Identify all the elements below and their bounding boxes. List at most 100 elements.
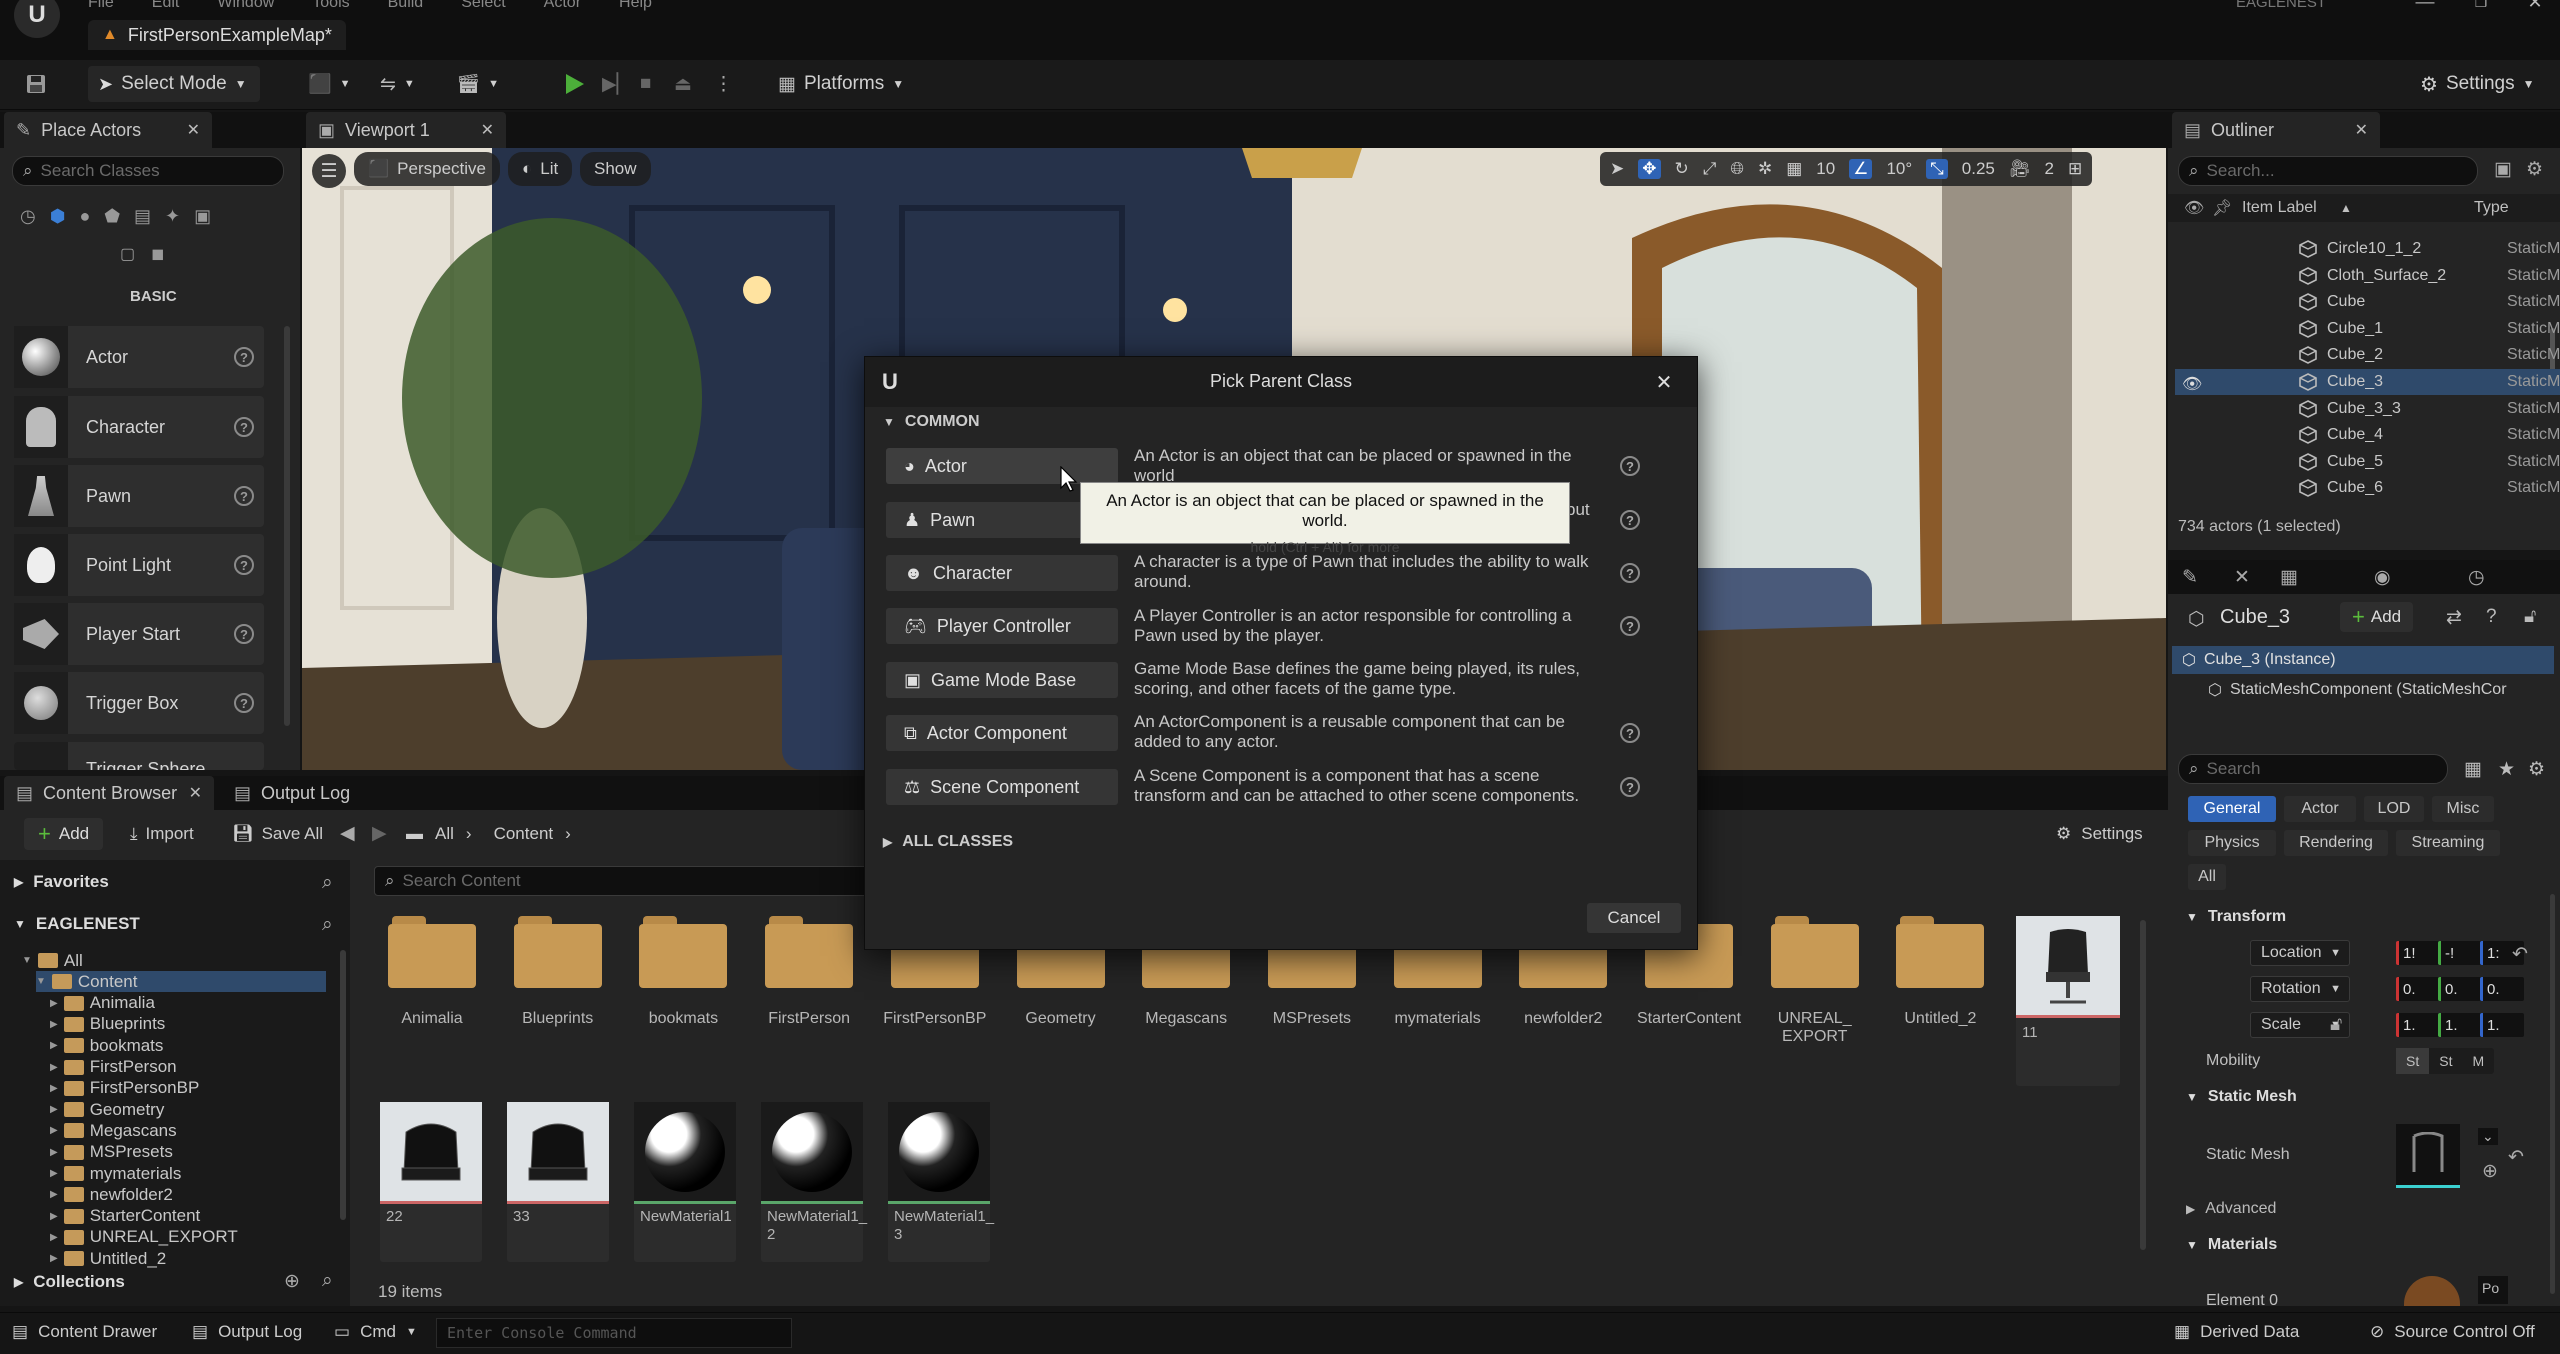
details-scrollbar[interactable] xyxy=(2550,894,2555,1294)
outliner-row[interactable]: Cube_2 StaticMes xyxy=(2175,342,2560,368)
mobility-static[interactable]: St xyxy=(2396,1048,2430,1074)
blueprints-button[interactable]: ⇋ ▼ xyxy=(370,66,425,102)
menu-build[interactable]: Build xyxy=(388,0,424,12)
hamburger-menu-icon[interactable]: ☰ xyxy=(312,154,346,188)
tree-scrollbar[interactable] xyxy=(340,950,346,1220)
surface-snap-icon[interactable]: ✲ xyxy=(1758,159,1772,179)
help-icon[interactable]: ? xyxy=(234,555,254,575)
save-all-button[interactable]: 💾︎ Save All xyxy=(232,818,323,850)
static-mesh-section-header[interactable]: ▼ Static Mesh xyxy=(2186,1088,2297,1106)
place-item-trigger-box[interactable]: Trigger Box? xyxy=(14,672,264,734)
rotation-y-field[interactable]: 0. xyxy=(2438,977,2482,1001)
folder-tree-item[interactable]: ▶ StarterContent xyxy=(50,1206,200,1227)
component-row[interactable]: ⬡ StaticMeshComponent (StaticMeshCor xyxy=(2172,676,2554,704)
play-button[interactable] xyxy=(554,66,596,102)
map-tab[interactable]: ▲ FirstPersonExampleMap* xyxy=(88,20,346,50)
scale-x-field[interactable]: 1. xyxy=(2396,1013,2440,1037)
mobility-stationary[interactable]: St xyxy=(2429,1053,2462,1069)
class-button-scene-component[interactable]: ⚖ Scene Component xyxy=(886,769,1118,805)
camera-speed-icon[interactable]: 🎥︎ xyxy=(2009,159,2031,179)
close-tab-icon[interactable]: ✕ xyxy=(481,120,494,140)
class-button-actor-component[interactable]: ⧉ Actor Component xyxy=(886,715,1118,751)
tab-output-log[interactable]: ▤ Output Log xyxy=(222,776,372,810)
world-space-icon[interactable]: 🌐︎ xyxy=(1730,159,1744,179)
basic-icon[interactable]: ⬢ xyxy=(50,206,66,227)
place-item-pawn[interactable]: Pawn? xyxy=(14,465,264,527)
element0-dropdown[interactable]: Po xyxy=(2478,1276,2508,1304)
tab-outliner[interactable]: ▤ Outliner ✕ xyxy=(2172,112,2380,148)
all-classes-icon[interactable]: ◼ xyxy=(151,244,164,264)
import-button[interactable]: ⤓ Import xyxy=(130,818,194,850)
help-icon[interactable]: ? xyxy=(234,347,254,367)
outliner-row[interactable]: Cube_6 StaticMes xyxy=(2175,475,2560,501)
menu-select[interactable]: Select xyxy=(461,0,505,12)
folder-tree-item[interactable]: ▶ Blueprints xyxy=(50,1014,165,1035)
grid-snap-value[interactable]: 10 xyxy=(1816,159,1835,179)
chevron-right-icon[interactable]: ▶ xyxy=(50,1062,58,1073)
content-asset-card[interactable]: NewMaterial1_ 2 xyxy=(761,1102,867,1262)
chevron-right-icon[interactable]: ▶ xyxy=(50,1019,58,1030)
translate-tool-icon[interactable]: ✥ xyxy=(1638,159,1661,179)
class-button-actor[interactable]: ◕ Actor xyxy=(886,448,1118,484)
minimize-icon[interactable]: — xyxy=(2410,0,2440,13)
rotation-x-field[interactable]: 0. xyxy=(2396,977,2440,1001)
browse-asset-icon[interactable]: ⊕ xyxy=(2482,1160,2498,1183)
menu-file[interactable]: File xyxy=(88,0,114,12)
details-tab-lod[interactable]: LOD xyxy=(2364,796,2424,822)
table-view-icon[interactable]: ▦ xyxy=(2464,758,2482,781)
back-arrow-icon[interactable]: ◀ xyxy=(340,822,355,845)
details-settings-icon[interactable]: ⚙ xyxy=(2528,758,2545,781)
instance-row[interactable]: ⬡ Cube_3 (Instance) xyxy=(2172,646,2554,674)
content-asset-card[interactable]: NewMaterial1 xyxy=(634,1102,736,1262)
chevron-right-icon[interactable]: ▶ xyxy=(50,1168,58,1179)
details-icon[interactable]: ✎ xyxy=(2182,566,2198,589)
details-tab-misc[interactable]: Misc xyxy=(2432,796,2494,822)
place-item-player-start[interactable]: Player Start? xyxy=(14,603,264,665)
content-asset-card[interactable]: 33 xyxy=(507,1102,609,1262)
save-icon[interactable] xyxy=(14,66,58,102)
class-button-game-mode-base[interactable]: ▣ Game Mode Base xyxy=(886,662,1118,698)
visual-effects-icon[interactable]: ✦ xyxy=(165,206,180,227)
settings-dropdown[interactable]: ⚙ Settings ▼ xyxy=(2410,66,2544,102)
world-partition-icon[interactable]: ◉ xyxy=(2374,566,2391,589)
rotation-dropdown[interactable]: Rotation ▼ xyxy=(2250,976,2350,1002)
menu-help[interactable]: Help xyxy=(619,0,652,12)
all-classes-section-header[interactable]: ▶ ALL CLASSES xyxy=(883,833,1013,851)
advanced-section-header[interactable]: ▶ Advanced xyxy=(2186,1200,2276,1218)
folder-tree-item[interactable]: ▶ UNREAL_EXPORT xyxy=(50,1227,238,1248)
scale-tool-icon[interactable]: ⤢ xyxy=(1703,159,1717,179)
unreal-logo-icon[interactable]: U xyxy=(14,0,60,38)
breadcrumb-all[interactable]: All xyxy=(435,824,454,844)
help-icon[interactable]: ? xyxy=(234,486,254,506)
platforms-dropdown[interactable]: ▦ Platforms ▼ xyxy=(768,66,914,102)
breadcrumb-content[interactable]: Content xyxy=(494,824,554,844)
help-icon-scene-component[interactable]: ? xyxy=(1620,777,1640,797)
help-icon[interactable]: ? xyxy=(2486,606,2497,628)
outliner-row[interactable]: Cloth_Surface_2 StaticMes xyxy=(2175,263,2560,289)
perspective-button[interactable]: ⬛ Perspective xyxy=(354,152,500,186)
transform-section-header[interactable]: ▼ Transform xyxy=(2186,908,2286,926)
location-dropdown[interactable]: Location ▼ xyxy=(2250,940,2350,966)
grid-snap-icon[interactable]: ▦ xyxy=(1786,159,1802,179)
cinematic-icon[interactable]: ▤ xyxy=(134,206,151,227)
recent-icon[interactable]: ◷ xyxy=(20,206,36,227)
menu-tools[interactable]: Tools xyxy=(312,0,349,12)
chevron-right-icon[interactable]: ▶ xyxy=(50,1040,58,1051)
folder-tree-item[interactable]: ▶ Animalia xyxy=(50,993,155,1014)
details-tab-general[interactable]: General xyxy=(2188,796,2276,822)
chevron-down-icon[interactable]: ▼ xyxy=(22,955,32,966)
chevron-right-icon[interactable]: ▶ xyxy=(50,1125,58,1136)
camera-speed-value[interactable]: 2 xyxy=(2044,159,2053,179)
folder-tree-item[interactable]: ▶ FirstPersonBP xyxy=(50,1078,199,1099)
add-collection-icon[interactable]: ⊕ xyxy=(284,1270,300,1293)
chevron-right-icon[interactable]: ▶ xyxy=(50,1211,58,1222)
details-tab-actor[interactable]: Actor xyxy=(2284,796,2356,822)
asset-11-card[interactable]: 11 xyxy=(2016,916,2120,1086)
project-header[interactable]: ▼ EAGLENEST xyxy=(14,914,140,934)
scale-snap-icon[interactable]: ⤡ xyxy=(1926,159,1948,179)
scale-z-field[interactable]: 1. xyxy=(2480,1013,2524,1037)
place-actors-scrollbar[interactable] xyxy=(284,326,290,726)
folder-tree-item[interactable]: ▼ All xyxy=(22,950,83,971)
rotation-snap-icon[interactable]: ∠ xyxy=(1849,159,1873,179)
content-add-button[interactable]: + Add xyxy=(24,818,104,850)
